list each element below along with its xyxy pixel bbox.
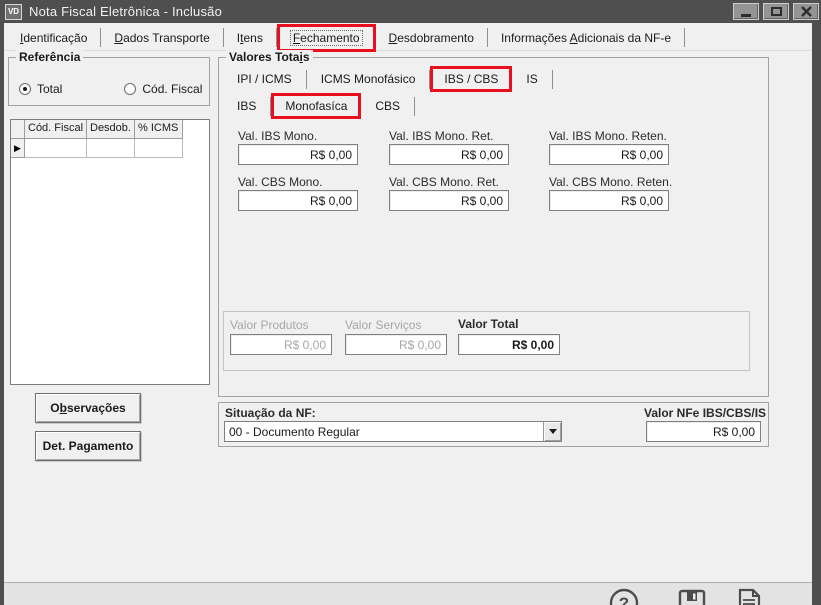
svg-text:?: ? bbox=[619, 594, 629, 605]
val-ibs-mono-reten-field[interactable]: R$ 0,00 bbox=[549, 144, 669, 165]
help-button[interactable]: ? bbox=[608, 587, 640, 605]
cod-fiscal-grid[interactable]: Cód. Fiscal Desdob. % ICMS ▶ bbox=[10, 119, 210, 385]
situacao-panel: Situação da NF: 00 - Documento Regular V… bbox=[218, 402, 769, 447]
save-button[interactable] bbox=[676, 587, 708, 605]
tab-dados-transporte[interactable]: Dados Transporte bbox=[101, 25, 222, 51]
grid-col-icms: % ICMS bbox=[135, 120, 183, 139]
observacoes-button[interactable]: Observações bbox=[35, 393, 141, 423]
tab-desdobramento[interactable]: Desdobramento bbox=[376, 25, 487, 51]
situacao-dropdown[interactable]: 00 - Documento Regular bbox=[224, 421, 562, 442]
row-marker-icon: ▶ bbox=[11, 139, 25, 158]
valores-totais-groupbox: Valores Totais IPI / ICMS ICMS Monofásic… bbox=[218, 57, 769, 397]
help-icon: ? bbox=[608, 587, 640, 605]
val-cbs-mono-label: Val. CBS Mono. bbox=[238, 175, 322, 189]
radio-selected-icon bbox=[19, 83, 31, 95]
grid-selector-header bbox=[11, 120, 25, 139]
grid-col-cod-fiscal: Cód. Fiscal bbox=[25, 120, 87, 139]
radio-cod-fiscal[interactable]: Cód. Fiscal bbox=[124, 82, 202, 96]
grid-cell[interactable] bbox=[87, 139, 135, 158]
validate-document-button[interactable] bbox=[733, 587, 765, 605]
tab-informacoes-adicionais[interactable]: Informações Adicionais da NF-e bbox=[488, 25, 684, 51]
val-cbs-mono-ret-field[interactable]: R$ 0,00 bbox=[389, 190, 509, 211]
ibs-cbs-tabs-row2: IBS Monofasíca CBS bbox=[223, 93, 415, 119]
val-cbs-mono-reten-label: Val. CBS Mono. Reten. bbox=[549, 175, 672, 189]
window-controls bbox=[733, 3, 819, 20]
val-ibs-mono-label: Val. IBS Mono. bbox=[238, 129, 317, 143]
det-pagamento-button[interactable]: Det. Pagamento bbox=[35, 431, 141, 461]
valor-nfe-label: Valor NFe IBS/CBS/IS bbox=[644, 406, 766, 420]
tab-separator bbox=[684, 28, 685, 47]
maximize-icon bbox=[771, 7, 782, 16]
valor-total-field[interactable]: R$ 0,00 bbox=[458, 334, 560, 355]
close-button[interactable] bbox=[793, 3, 819, 20]
tab-fechamento[interactable]: Fechamento bbox=[277, 24, 376, 52]
val-ibs-mono-ret-label: Val. IBS Mono. Ret. bbox=[389, 129, 494, 143]
val-ibs-mono-field[interactable]: R$ 0,00 bbox=[238, 144, 358, 165]
valor-servicos-label: Valor Serviços bbox=[345, 318, 421, 332]
tab-icms-monofasico[interactable]: ICMS Monofásico bbox=[307, 66, 430, 92]
valor-nfe-field[interactable]: R$ 0,00 bbox=[646, 421, 761, 442]
grid-cell[interactable] bbox=[135, 139, 183, 158]
radio-unselected-icon bbox=[124, 83, 136, 95]
val-ibs-mono-reten-label: Val. IBS Mono. Reten. bbox=[549, 129, 667, 143]
radio-cod-fiscal-label: Cód. Fiscal bbox=[142, 82, 202, 96]
tab-ipi-icms[interactable]: IPI / ICMS bbox=[223, 66, 306, 92]
val-cbs-mono-reten-field[interactable]: R$ 0,00 bbox=[549, 190, 669, 211]
window-body: Identificação Dados Transporte Itens Fec… bbox=[4, 23, 812, 605]
close-icon bbox=[801, 6, 812, 17]
grid-col-desdob: Desdob. bbox=[87, 120, 135, 139]
tab-itens[interactable]: Itens bbox=[224, 25, 276, 51]
valor-produtos-label: Valor Produtos bbox=[230, 318, 309, 332]
grid-header: Cód. Fiscal Desdob. % ICMS bbox=[11, 120, 209, 139]
val-cbs-mono-field[interactable]: R$ 0,00 bbox=[238, 190, 358, 211]
val-cbs-mono-ret-label: Val. CBS Mono. Ret. bbox=[389, 175, 499, 189]
valores-tabs-row1: IPI / ICMS ICMS Monofásico IBS / CBS IS bbox=[223, 66, 553, 92]
radio-total-label: Total bbox=[37, 82, 62, 96]
valor-produtos-field[interactable]: R$ 0,00 bbox=[230, 334, 332, 355]
app-icon: VD bbox=[5, 4, 22, 20]
tab-is[interactable]: IS bbox=[512, 66, 551, 92]
grid-cell[interactable] bbox=[25, 139, 87, 158]
minimize-button[interactable] bbox=[733, 3, 759, 20]
referencia-title: Referência bbox=[16, 50, 83, 64]
window-title: Nota Fiscal Eletrônica - Inclusão bbox=[29, 4, 222, 19]
referencia-groupbox: Referência Total Cód. Fiscal bbox=[8, 57, 210, 106]
chevron-down-icon bbox=[549, 429, 557, 434]
tab-monofasica[interactable]: Monofasíca bbox=[271, 93, 361, 119]
document-check-icon bbox=[733, 587, 765, 605]
tab-identificacao[interactable]: Identificação bbox=[7, 25, 100, 51]
situacao-label: Situação da NF: bbox=[225, 406, 316, 420]
valor-total-label: Valor Total bbox=[458, 317, 518, 331]
minimize-icon bbox=[741, 14, 751, 17]
valores-totais-title: Valores Totais bbox=[226, 50, 313, 64]
val-ibs-mono-ret-field[interactable]: R$ 0,00 bbox=[389, 144, 509, 165]
tab-ibs-cbs[interactable]: IBS / CBS bbox=[430, 66, 512, 92]
totais-panel: Valor Produtos R$ 0,00 Valor Serviços R$… bbox=[223, 311, 750, 371]
footer-toolbar: ? bbox=[4, 582, 812, 605]
titlebar: VD Nota Fiscal Eletrônica - Inclusão bbox=[0, 0, 821, 23]
valor-servicos-field[interactable]: R$ 0,00 bbox=[345, 334, 447, 355]
save-icon bbox=[676, 587, 708, 605]
radio-total[interactable]: Total bbox=[19, 82, 62, 96]
main-tabbar: Identificação Dados Transporte Itens Fec… bbox=[4, 25, 812, 51]
situacao-value: 00 - Documento Regular bbox=[225, 425, 543, 439]
grid-row[interactable]: ▶ bbox=[11, 139, 209, 158]
tab-ibs[interactable]: IBS bbox=[223, 93, 270, 119]
maximize-button[interactable] bbox=[763, 3, 789, 20]
dropdown-button[interactable] bbox=[543, 422, 561, 441]
tab-cbs[interactable]: CBS bbox=[361, 93, 414, 119]
